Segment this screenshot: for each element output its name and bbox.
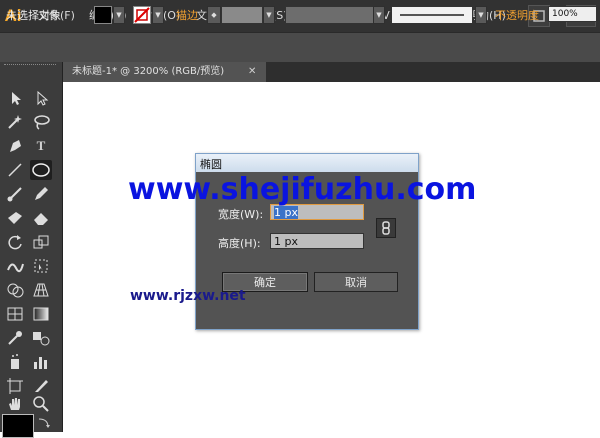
dialog-titlebar[interactable]	[196, 154, 418, 172]
magic-wand-tool[interactable]	[4, 112, 26, 132]
close-tab-icon[interactable]: ✕	[248, 62, 256, 82]
artboard-tool[interactable]	[4, 376, 26, 396]
constrain-proportions-button[interactable]	[376, 218, 396, 238]
fill-color-box[interactable]	[2, 414, 34, 438]
pen-icon	[10, 140, 21, 152]
hand-icon	[9, 398, 20, 410]
hand-tool[interactable]	[4, 394, 26, 414]
gradient-tool[interactable]	[30, 304, 52, 324]
slice-icon	[35, 380, 48, 392]
opacity-input[interactable]: 100%	[548, 6, 597, 22]
eraser-tool[interactable]	[30, 208, 52, 228]
blend-icon	[33, 332, 50, 346]
lasso-tool[interactable]	[30, 112, 52, 132]
zoom-tool[interactable]	[30, 394, 52, 414]
swap-colors-icon[interactable]	[36, 416, 56, 430]
rotate-tool[interactable]	[4, 232, 26, 252]
line-tool[interactable]	[4, 160, 26, 180]
width-label: 宽度(W):	[218, 208, 264, 221]
control-bar	[0, 32, 600, 64]
watermark-main: www.shejifuzhu.com	[128, 172, 477, 207]
height-label: 高度(H):	[218, 237, 261, 250]
blob-brush-tool[interactable]	[4, 208, 26, 228]
scale-icon	[33, 235, 49, 249]
selection-tool[interactable]	[4, 88, 26, 108]
mesh-tool[interactable]	[4, 304, 26, 324]
ellipse-tool[interactable]	[30, 160, 52, 180]
perspective-grid-icon	[33, 283, 49, 297]
paintbrush-icon	[7, 187, 22, 202]
shape-builder-tool[interactable]	[4, 280, 26, 300]
brush-dropdown[interactable]: ▼	[475, 6, 487, 24]
free-transform-icon	[34, 259, 48, 273]
dialog-title: 椭圆	[200, 158, 222, 171]
slice-tool[interactable]	[30, 376, 52, 396]
pencil-tool[interactable]	[30, 184, 52, 204]
fill-dropdown[interactable]: ▼	[113, 6, 125, 24]
cancel-button[interactable]: 取消	[314, 272, 398, 292]
watermark-sub: www.rjzxw.net	[130, 288, 246, 304]
magic-wand-icon	[8, 115, 22, 129]
symbol-sprayer-tool[interactable]	[4, 352, 26, 372]
direct-selection-tool[interactable]	[30, 88, 52, 108]
lasso-icon	[34, 115, 50, 130]
column-graph-icon	[34, 357, 47, 369]
blob-brush-icon	[8, 212, 22, 224]
eyedropper-icon	[8, 331, 22, 345]
stroke-weight-field[interactable]	[221, 6, 263, 24]
symbol-sprayer-icon	[11, 354, 19, 369]
blend-tool[interactable]	[30, 328, 52, 348]
column-graph-tool[interactable]	[30, 352, 52, 372]
eyedropper-tool[interactable]	[4, 328, 26, 348]
eraser-icon	[34, 213, 48, 225]
pen-tool[interactable]	[4, 136, 26, 156]
perspective-grid-tool[interactable]	[30, 280, 52, 300]
shape-builder-icon	[7, 283, 24, 298]
direct-selection-icon	[37, 90, 49, 106]
height-input[interactable]: 1 px	[270, 233, 364, 249]
variable-width-profile[interactable]	[285, 6, 383, 24]
stroke-swatch[interactable]	[133, 6, 151, 24]
stroke-weight-stepper[interactable]: ◆	[207, 6, 221, 24]
mesh-icon	[7, 307, 23, 321]
type-icon: T	[36, 138, 46, 153]
warp-tool[interactable]	[4, 256, 26, 276]
gradient-icon	[33, 307, 49, 321]
stroke-label[interactable]: 描边	[176, 7, 198, 23]
rotate-icon	[8, 235, 22, 250]
line-icon	[8, 163, 22, 177]
variable-width-dropdown[interactable]: ▼	[373, 6, 385, 24]
zoom-icon	[33, 396, 49, 412]
artboard-icon	[7, 378, 23, 394]
warp-icon	[7, 263, 24, 273]
link-icon	[382, 221, 390, 235]
scale-tool[interactable]	[30, 232, 52, 252]
no-stroke-icon	[134, 7, 150, 23]
width-value: 1 px	[274, 206, 298, 219]
stroke-dropdown[interactable]: ▼	[152, 6, 164, 24]
type-tool[interactable]: T	[30, 136, 52, 156]
brush-stroke-preview	[400, 14, 464, 16]
pencil-icon	[35, 187, 48, 200]
paintbrush-tool[interactable]	[4, 184, 26, 204]
fill-swatch[interactable]	[94, 6, 112, 24]
opacity-label[interactable]: 不透明度	[495, 7, 539, 23]
document-tab[interactable]: 未标题-1* @ 3200% (RGB/预览)	[62, 62, 266, 82]
ellipse-icon	[32, 163, 50, 177]
panel-grip[interactable]	[4, 64, 56, 71]
free-transform-tool[interactable]	[30, 256, 52, 276]
selection-icon	[12, 92, 21, 105]
selection-status: 未选择对象	[6, 9, 61, 22]
stroke-weight-dropdown[interactable]: ▼	[263, 6, 275, 24]
brush-definition[interactable]	[391, 6, 473, 24]
